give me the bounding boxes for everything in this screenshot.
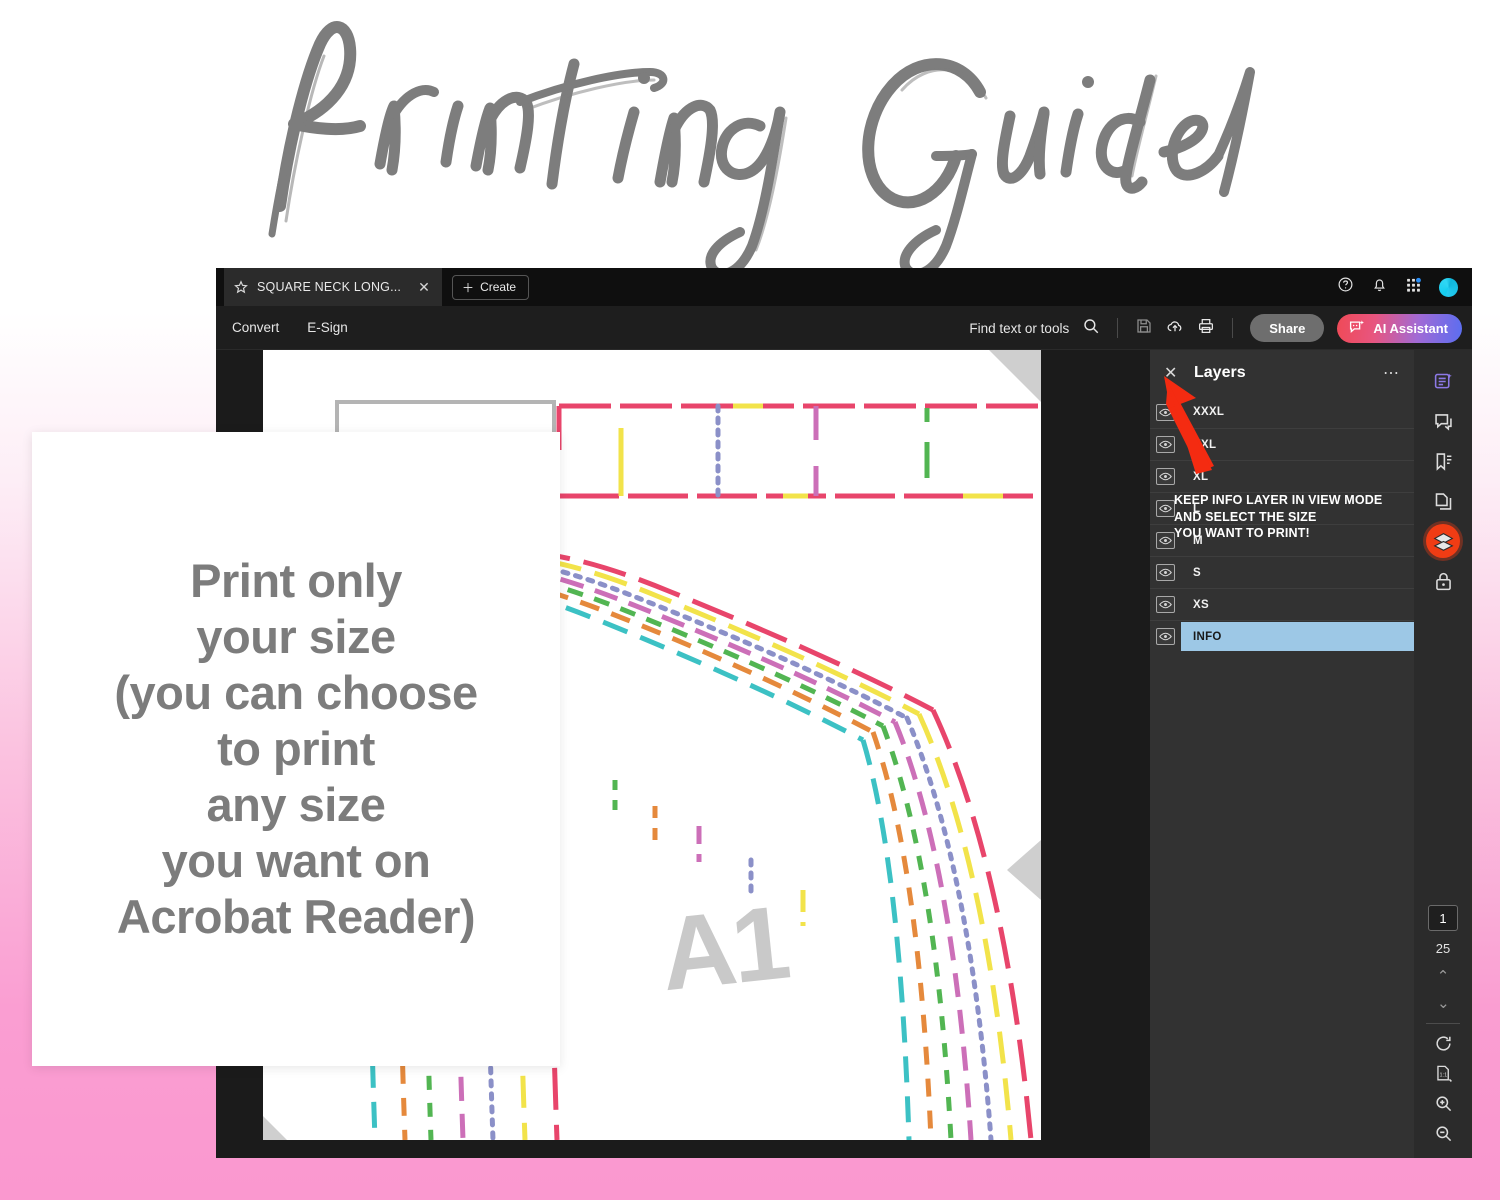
ai-assistant-label: AI Assistant <box>1373 320 1448 336</box>
zoom-in-icon[interactable] <box>1428 1088 1458 1118</box>
fit-page-icon[interactable]: 1:1 <box>1428 1058 1458 1088</box>
note-line: to print <box>217 722 375 776</box>
bell-icon[interactable] <box>1371 276 1388 298</box>
menu-convert[interactable]: Convert <box>232 320 279 335</box>
note-line: your size <box>196 610 396 664</box>
annotation-line-1: KEEP INFO LAYER IN VIEW MODE <box>1174 493 1383 507</box>
layer-row[interactable]: S <box>1150 556 1414 588</box>
rotate-icon[interactable] <box>1428 1028 1458 1058</box>
search-label: Find text or tools <box>969 320 1070 336</box>
ai-summary-icon[interactable] <box>1426 364 1460 398</box>
page-title: Printing Guide <box>0 8 1500 271</box>
plus-icon: ＋ <box>462 280 475 295</box>
current-page-value: 1 <box>1439 910 1447 926</box>
help-icon[interactable] <box>1337 276 1354 298</box>
create-button[interactable]: ＋ Create <box>452 274 530 300</box>
toolbar-divider-2 <box>1232 318 1234 338</box>
apps-grid-icon[interactable] <box>1405 276 1422 298</box>
star-icon[interactable] <box>234 280 248 294</box>
layer-visibility-icon[interactable] <box>1156 564 1175 581</box>
titlebar-actions <box>1337 268 1458 306</box>
page-corner-marker-top <box>989 350 1041 402</box>
note-line: Print only <box>190 554 402 608</box>
create-button-label: Create <box>480 280 517 294</box>
layer-visibility-icon[interactable] <box>1156 532 1175 549</box>
layer-row[interactable]: XS <box>1150 588 1414 620</box>
zoom-out-icon[interactable] <box>1428 1118 1458 1148</box>
tab-bar: SQUARE NECK LONG... ✕ ＋ Create <box>216 268 1472 306</box>
rail-divider <box>1426 1023 1460 1024</box>
page-corner-marker-middle <box>1007 840 1041 900</box>
search-icon[interactable] <box>1082 317 1100 340</box>
layers-icon[interactable] <box>1426 524 1460 558</box>
layer-visibility-icon[interactable] <box>1156 628 1175 645</box>
current-page-input[interactable]: 1 <box>1428 905 1458 931</box>
bookmark-icon[interactable] <box>1426 444 1460 478</box>
note-line: you want on <box>161 833 431 887</box>
ai-sparkle-icon <box>1348 318 1366 339</box>
toolbar-divider <box>1117 318 1119 338</box>
chevron-down-icon[interactable]: ⌃ <box>1437 993 1450 1010</box>
annotation-text: KEEP INFO LAYER IN VIEW MODE AND SELECT … <box>1174 492 1414 542</box>
cloud-upload-icon[interactable] <box>1166 317 1184 340</box>
avatar[interactable] <box>1439 277 1458 297</box>
more-options-icon[interactable]: ⋯ <box>1383 363 1400 383</box>
pages-copy-icon[interactable] <box>1426 484 1460 518</box>
page-corner-marker-bottom <box>263 1116 287 1140</box>
layer-name: XS <box>1193 598 1209 611</box>
page-watermark: A1 <box>655 884 792 1014</box>
lock-icon[interactable] <box>1426 564 1460 598</box>
page-navigation: 1 25 ⌃ ⌃ 1:1 <box>1414 905 1472 1148</box>
close-icon[interactable]: ✕ <box>418 279 430 296</box>
annotation-arrow-icon <box>1164 376 1214 474</box>
tab-label: SQUARE NECK LONG... <box>257 280 402 294</box>
ai-assistant-button[interactable]: AI Assistant <box>1337 313 1462 343</box>
layer-visibility-icon[interactable] <box>1156 596 1175 613</box>
note-line: (you can choose <box>114 666 478 720</box>
toolbar-actions: Find text or tools Share AI Assistant <box>969 306 1462 350</box>
share-button[interactable]: Share <box>1250 314 1325 342</box>
note-line: any size <box>206 777 386 831</box>
chevron-up-icon[interactable]: ⌃ <box>1437 969 1450 984</box>
document-tab[interactable]: SQUARE NECK LONG... ✕ <box>224 268 443 306</box>
comment-icon[interactable] <box>1426 404 1460 438</box>
layer-visibility-icon[interactable] <box>1156 500 1175 517</box>
total-pages-label: 25 <box>1435 941 1451 956</box>
layer-name: S <box>1193 566 1201 579</box>
svg-text:1:1: 1:1 <box>1439 1072 1447 1078</box>
layer-name: INFO <box>1193 630 1222 643</box>
menu-esign[interactable]: E-Sign <box>307 320 348 335</box>
right-tool-rail: 1 25 ⌃ ⌃ 1:1 <box>1414 350 1472 1158</box>
save-icon[interactable] <box>1135 317 1153 340</box>
annotation-line-3: YOU WANT TO PRINT! <box>1174 526 1310 540</box>
instruction-note-card: Print only your size (you can choose to … <box>32 432 560 1066</box>
note-line: Acrobat Reader) <box>116 889 476 943</box>
layers-panel: ✕ Layers ⋯ XXXL XXL XL L M S XS INFO KEE… <box>1150 350 1414 1158</box>
share-button-label: Share <box>1269 320 1306 336</box>
main-toolbar: Convert E-Sign Find text or tools Share <box>216 306 1472 350</box>
print-icon[interactable] <box>1197 317 1215 340</box>
layer-row-info-selected[interactable]: INFO <box>1150 620 1414 652</box>
annotation-line-2: AND SELECT THE SIZE <box>1174 509 1317 524</box>
